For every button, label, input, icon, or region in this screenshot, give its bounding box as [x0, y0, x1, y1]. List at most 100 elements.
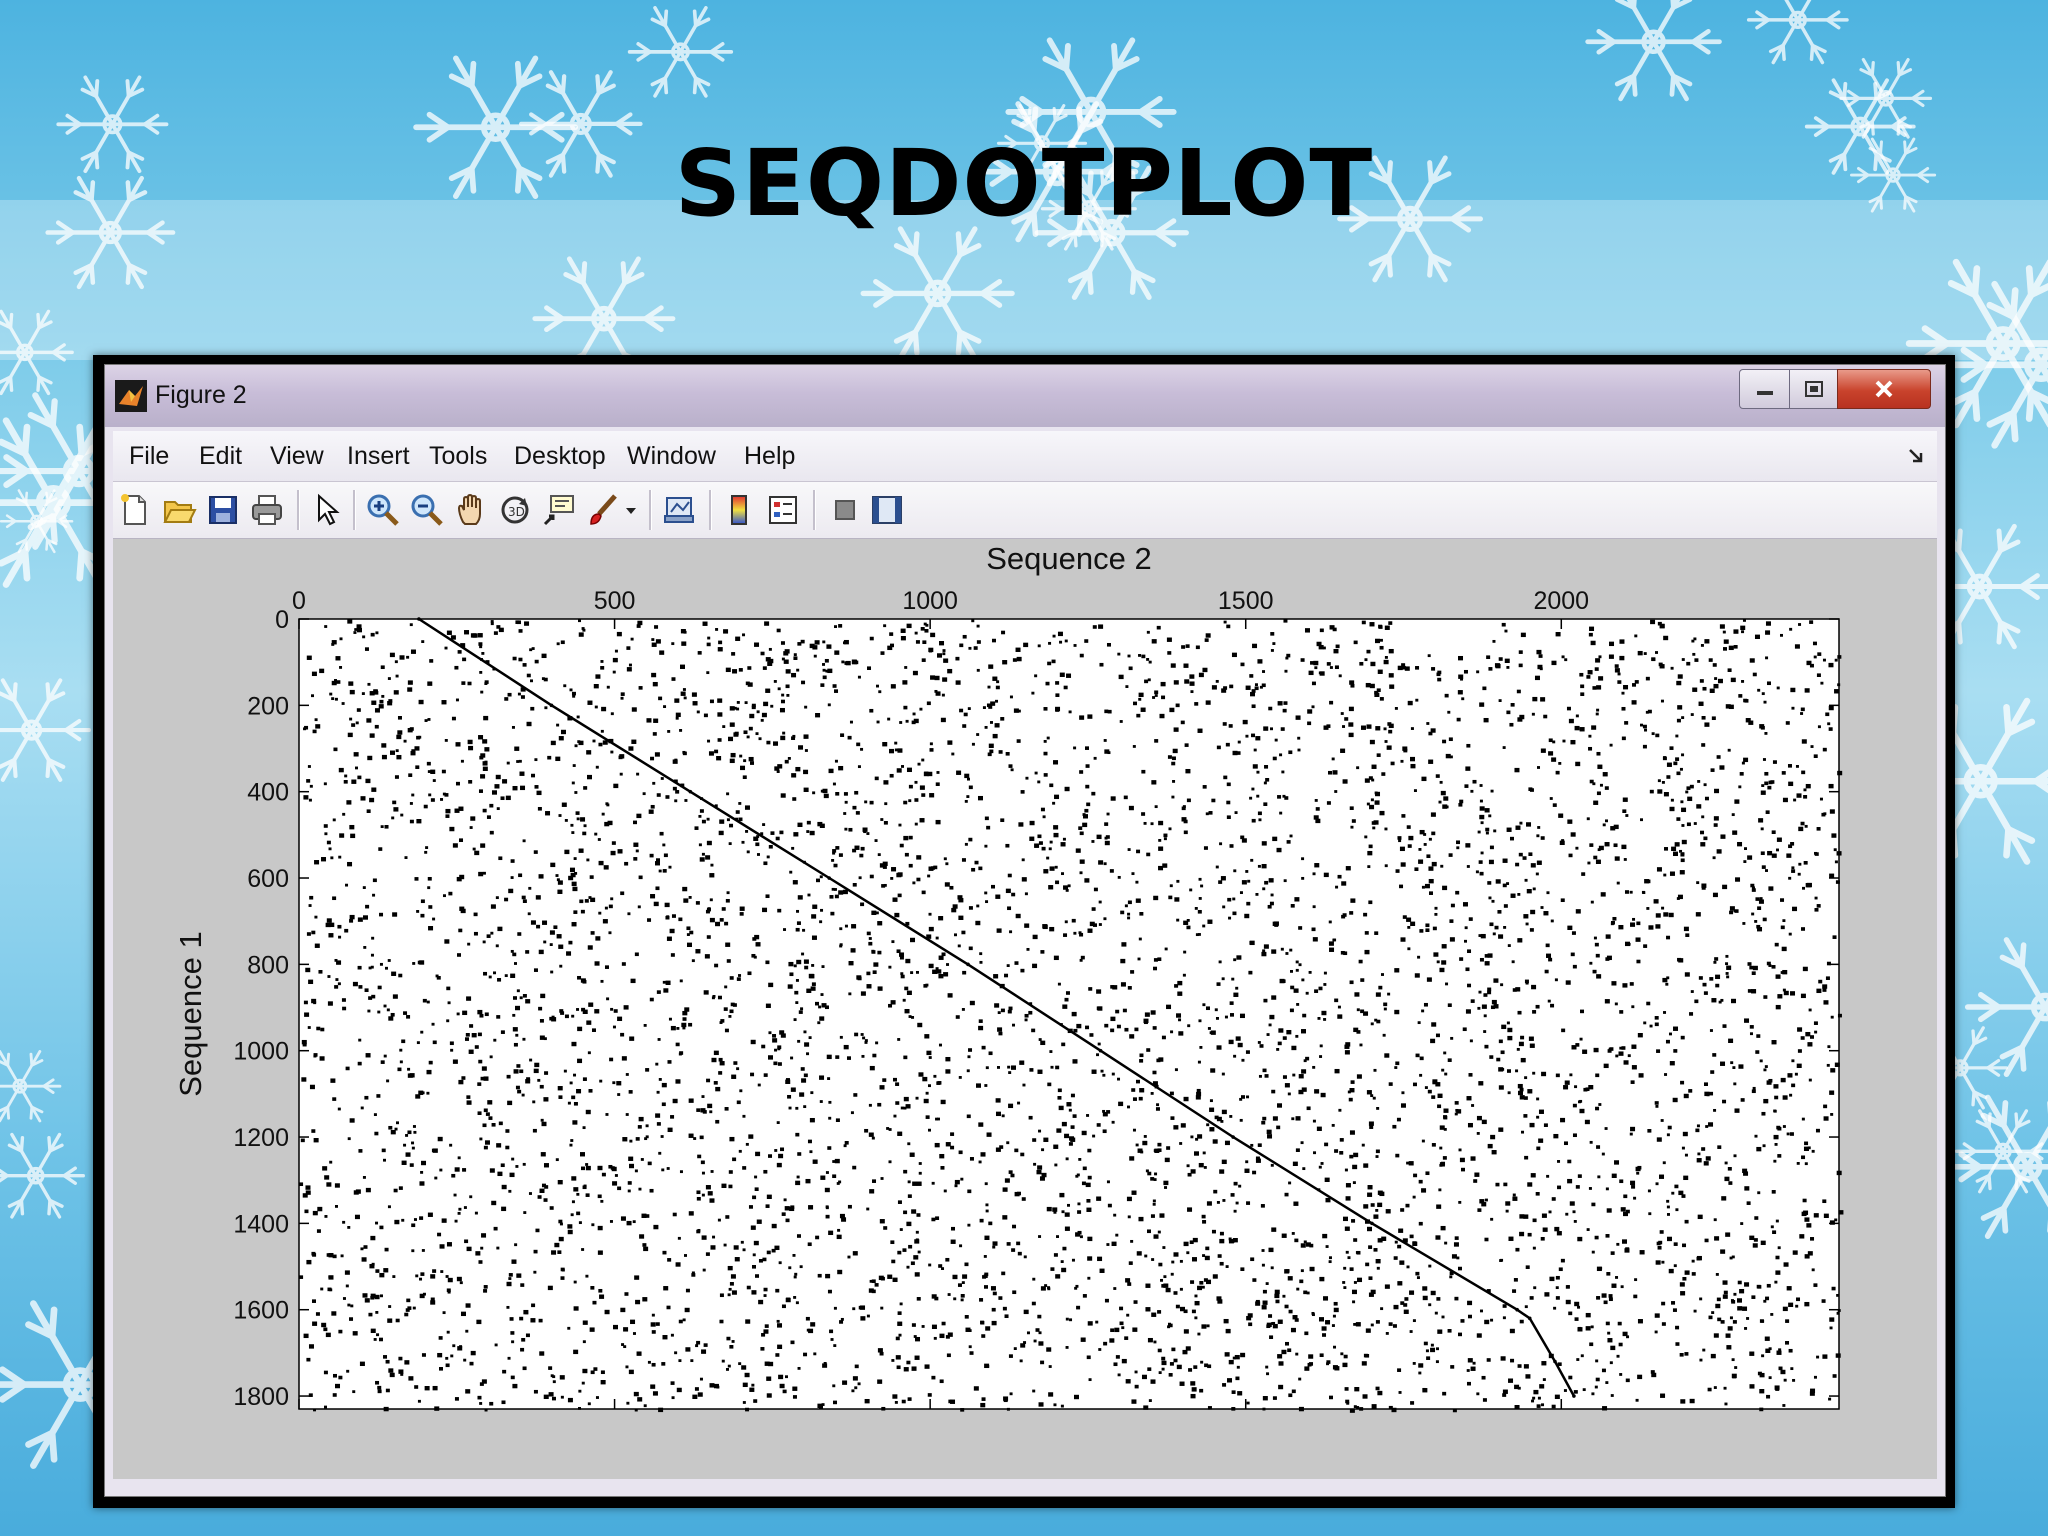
dock-arrow-icon[interactable] — [1907, 447, 1925, 465]
match-dot — [748, 1134, 754, 1139]
match-dot — [1422, 1286, 1428, 1291]
match-dot — [1590, 1325, 1594, 1329]
minimize-button[interactable] — [1739, 369, 1791, 409]
insert-colorbar-icon[interactable] — [721, 492, 757, 528]
zoom-out-icon[interactable] — [409, 492, 445, 528]
match-dot — [1683, 926, 1689, 932]
match-dot — [1113, 1287, 1117, 1290]
matlab-figure-window: Figure 2 File Edit View Insert Tools Des… — [104, 364, 1946, 1497]
match-dot — [1516, 1047, 1520, 1051]
menu-insert[interactable]: Insert — [347, 442, 410, 471]
rotate-3d-icon[interactable]: 3D — [497, 492, 533, 528]
match-dot — [1080, 1337, 1086, 1342]
match-dot — [1216, 1045, 1222, 1050]
match-dot — [506, 1305, 510, 1309]
match-dot — [457, 650, 462, 654]
menu-tools[interactable]: Tools — [429, 442, 487, 471]
brush-icon[interactable] — [585, 492, 621, 528]
match-dot — [880, 651, 885, 655]
insert-legend-icon[interactable] — [765, 492, 801, 528]
match-dot — [928, 926, 934, 932]
match-dot — [1186, 918, 1190, 922]
match-dot — [703, 713, 708, 718]
match-dot — [420, 1170, 424, 1174]
match-dot — [1706, 1093, 1710, 1097]
dotplot-chart[interactable]: 0 500 1000 1500 2000020040060080010001200140… — [113, 539, 1937, 1479]
match-dot — [1042, 924, 1048, 930]
match-dot — [924, 771, 929, 776]
match-dot — [501, 1400, 506, 1405]
match-dot — [1520, 1057, 1526, 1063]
match-dot — [352, 981, 358, 987]
match-dot — [1100, 1069, 1104, 1073]
match-dot — [852, 882, 857, 887]
pan-hand-icon[interactable] — [453, 492, 489, 528]
match-dot — [1296, 1287, 1300, 1291]
match-dot — [1256, 794, 1260, 798]
match-dot — [1555, 1073, 1560, 1078]
match-dot — [383, 1406, 389, 1412]
match-dot — [1320, 1162, 1324, 1165]
match-dot — [482, 940, 486, 944]
match-dot — [935, 819, 941, 825]
menu-desktop[interactable]: Desktop — [514, 442, 606, 471]
open-file-icon[interactable] — [161, 492, 197, 528]
close-button[interactable] — [1837, 369, 1931, 409]
match-dot — [1765, 630, 1771, 635]
show-plot-tools-icon[interactable] — [869, 492, 905, 528]
match-dot — [729, 1136, 735, 1142]
figure-canvas[interactable]: 0 500 1000 1500 2000 0 200 400 600 800 1000 1200 140… — [113, 539, 1937, 1479]
window-titlebar[interactable]: Figure 2 — [105, 365, 1945, 427]
match-dot — [1057, 1088, 1062, 1093]
match-dot — [1443, 796, 1449, 801]
match-dot — [576, 817, 580, 821]
match-dot — [908, 863, 913, 868]
match-dot — [407, 687, 413, 692]
link-plot-icon[interactable] — [661, 492, 697, 528]
menu-help[interactable]: Help — [744, 442, 795, 471]
match-dot — [1609, 641, 1615, 647]
menu-edit[interactable]: Edit — [199, 442, 242, 471]
edit-plot-arrow-icon[interactable] — [309, 492, 345, 528]
match-dot — [872, 970, 877, 974]
match-dot — [1092, 1134, 1096, 1138]
print-icon[interactable] — [249, 492, 285, 528]
match-dot — [1484, 808, 1490, 813]
new-figure-icon[interactable] — [117, 492, 153, 528]
hide-plot-tools-icon[interactable] — [827, 492, 863, 528]
match-dot — [1264, 765, 1269, 769]
match-dot — [334, 697, 338, 701]
data-cursor-icon[interactable] — [541, 492, 577, 528]
menu-view[interactable]: View — [270, 442, 324, 471]
maximize-button[interactable] — [1789, 369, 1839, 409]
save-icon[interactable] — [205, 492, 241, 528]
match-dot — [724, 1107, 729, 1111]
match-dot — [832, 1160, 836, 1163]
match-dot — [1836, 1311, 1840, 1315]
match-dot — [1795, 764, 1799, 768]
match-dot — [1151, 780, 1157, 785]
match-dot — [1630, 1080, 1635, 1084]
match-dot — [940, 717, 946, 723]
match-dot — [1154, 1172, 1158, 1176]
match-dot — [420, 1030, 424, 1034]
match-dot — [1401, 1091, 1405, 1095]
menu-file[interactable]: File — [129, 442, 169, 471]
match-dot — [1043, 707, 1048, 711]
match-dot — [350, 833, 356, 839]
match-dot — [1245, 1050, 1250, 1054]
menu-window[interactable]: Window — [627, 442, 716, 471]
match-dot — [515, 1165, 519, 1168]
match-dot — [1577, 1236, 1583, 1242]
brush-dropdown-icon[interactable] — [623, 492, 639, 528]
match-dot — [1756, 1034, 1761, 1038]
match-dot — [392, 994, 398, 999]
match-dot — [1822, 984, 1828, 989]
match-dot — [1054, 1163, 1058, 1167]
match-dot — [893, 1114, 897, 1118]
match-dot — [746, 1285, 751, 1290]
match-dot — [1157, 957, 1162, 962]
match-dot — [460, 759, 464, 763]
zoom-in-icon[interactable] — [365, 492, 401, 528]
match-dot — [871, 910, 877, 916]
